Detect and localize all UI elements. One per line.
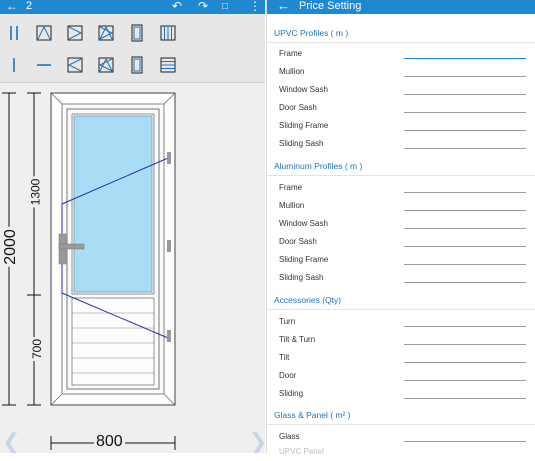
price-input-glass[interactable] — [404, 441, 526, 442]
tilt-turn-left-sash-tool-icon[interactable] — [95, 54, 117, 76]
price-row-upvc-sliding-frame: Sliding Frame — [267, 118, 535, 135]
price-row-acc-door: Door — [267, 368, 535, 385]
price-input-alu-window-sash[interactable] — [404, 228, 526, 229]
designer-panel: ← 2 ↶ ↷ □ ⋮ 2000 1300 700 800 ❮ — [0, 0, 265, 453]
previous-arrow-icon[interactable]: ❮ — [2, 429, 20, 453]
section-aluminum-profiles: Aluminum Profiles ( m ) — [267, 157, 535, 176]
section-glass-panel: Glass & Panel ( m² ) — [267, 406, 535, 425]
upper-height-label: 1300 — [28, 176, 43, 208]
section-accessories: Accessories (Qty) — [267, 291, 535, 310]
price-row-acc-tilt-turn: Tilt & Turn — [267, 332, 535, 349]
price-row-alu-window-sash: Window Sash — [267, 216, 535, 233]
price-row-alu-mullion: Mullion — [267, 198, 535, 215]
price-row-upvc-sliding-sash: Sliding Sash — [267, 136, 535, 153]
undo-icon[interactable]: ↶ — [172, 0, 182, 13]
price-input-alu-mullion[interactable] — [404, 210, 526, 211]
designer-app-bar: ← 2 ↶ ↷ □ ⋮ — [0, 0, 265, 14]
glass-pane[interactable] — [73, 115, 153, 293]
double-mullion-tool-icon[interactable] — [3, 22, 25, 44]
price-input-alu-sliding-frame[interactable] — [404, 264, 526, 265]
window-count: 2 — [26, 0, 33, 12]
price-setting-panel: ← Price Setting UPVC Profiles ( m ) Fram… — [266, 0, 535, 456]
price-input-acc-tilt-turn[interactable] — [404, 344, 526, 345]
price-row-acc-sliding: Sliding — [267, 386, 535, 403]
sliding-door-tool-icon[interactable] — [126, 54, 148, 76]
back-arrow-icon[interactable]: ← — [6, 0, 18, 13]
horizontal-louver-tool-icon[interactable] — [157, 54, 179, 76]
price-row-upvc-window-sash: Window Sash — [267, 82, 535, 99]
price-row-acc-tilt: Tilt — [267, 350, 535, 367]
price-input-upvc-door-sash[interactable] — [404, 112, 526, 113]
price-row-acc-turn: Turn — [267, 314, 535, 331]
price-row-upvc-frame: Frame — [267, 46, 535, 63]
price-input-upvc-window-sash[interactable] — [404, 94, 526, 95]
tilt-sash-tool-icon[interactable] — [33, 22, 55, 44]
width-label: 800 — [94, 433, 125, 451]
price-row-alu-frame: Frame — [267, 180, 535, 197]
next-arrow-icon[interactable]: ❯ — [249, 429, 265, 453]
tilt-turn-sash-tool-icon[interactable] — [95, 22, 117, 44]
vertical-mullion-tool-icon[interactable] — [3, 54, 25, 76]
lower-height-label: 700 — [30, 336, 45, 362]
price-input-upvc-frame[interactable] — [404, 58, 526, 59]
page-title: Price Setting — [299, 0, 362, 12]
back-arrow-icon[interactable]: ← — [277, 0, 290, 13]
vertical-louver-tool-icon[interactable] — [157, 22, 179, 44]
price-input-acc-tilt[interactable] — [404, 362, 526, 363]
price-row-upvc-door-sash: Door Sash — [267, 100, 535, 117]
price-input-alu-sliding-sash[interactable] — [404, 282, 526, 283]
price-row-alu-door-sash: Door Sash — [267, 234, 535, 251]
export-icon[interactable]: □ — [222, 1, 228, 12]
redo-icon[interactable]: ↷ — [198, 0, 208, 13]
sash-tool-palette — [0, 14, 265, 83]
turn-right-sash-tool-icon[interactable] — [64, 22, 86, 44]
price-row-alu-sliding-frame: Sliding Frame — [267, 252, 535, 269]
price-input-upvc-mullion[interactable] — [404, 76, 526, 77]
horizontal-mullion-tool-icon[interactable] — [33, 54, 55, 76]
price-row-alu-sliding-sash: Sliding Sash — [267, 270, 535, 287]
section-upvc-profiles: UPVC Profiles ( m ) — [267, 24, 535, 43]
total-height-label: 2000 — [1, 227, 20, 267]
price-input-upvc-sliding-frame[interactable] — [404, 130, 526, 131]
price-input-acc-door[interactable] — [404, 380, 526, 381]
price-row-upvc-mullion: Mullion — [267, 64, 535, 81]
lower-panel[interactable] — [71, 297, 155, 386]
price-input-alu-door-sash[interactable] — [404, 246, 526, 247]
overflow-menu-icon[interactable]: ⋮ — [249, 0, 261, 13]
price-setting-app-bar: ← Price Setting — [267, 0, 535, 14]
price-input-acc-sliding[interactable] — [404, 398, 526, 399]
door-drawing-canvas[interactable]: 2000 1300 700 800 ❮ ❯ — [0, 83, 265, 453]
turn-left-sash-tool-icon[interactable] — [64, 54, 86, 76]
price-input-alu-frame[interactable] — [404, 192, 526, 193]
price-input-upvc-sliding-sash[interactable] — [404, 148, 526, 149]
price-input-acc-turn[interactable] — [404, 326, 526, 327]
door-sash-tool-icon[interactable] — [126, 22, 148, 44]
